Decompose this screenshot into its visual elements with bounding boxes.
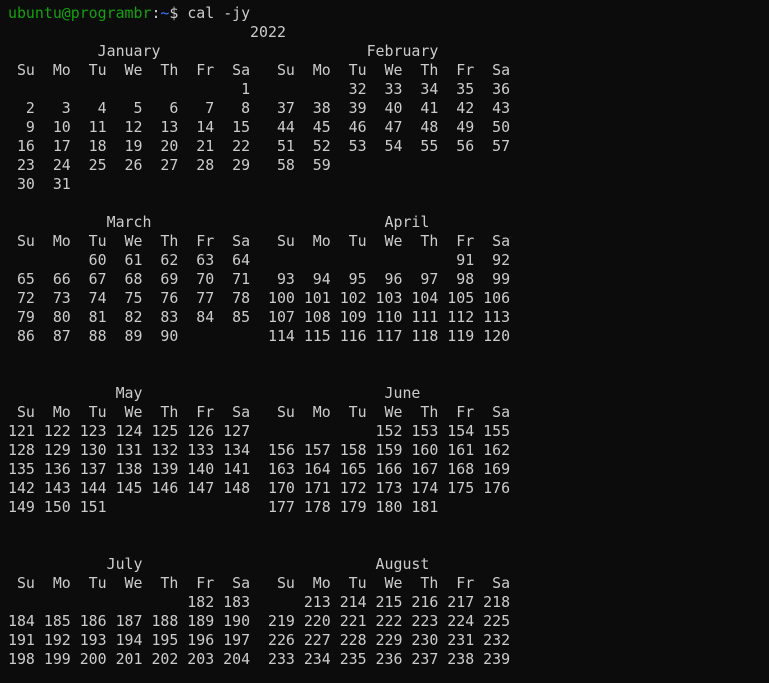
output-line: Su Mo Tu We Th Fr Sa Su Mo Tu We Th Fr S…	[8, 61, 511, 79]
output-line: 198 199 200 201 202 203 204 233 234 235 …	[8, 650, 511, 668]
output-line: Su Mo Tu We Th Fr Sa Su Mo Tu We Th Fr S…	[8, 232, 511, 250]
output-line: Su Mo Tu We Th Fr Sa Su Mo Tu We Th Fr S…	[8, 403, 511, 421]
output-line: 9 10 11 12 13 14 15 44 45 46 47 48 49 50	[8, 118, 511, 136]
output-line: 23 24 25 26 27 28 29 58 59	[8, 156, 331, 174]
output-line: May June	[8, 384, 421, 402]
output-line: 121 122 123 124 125 126 127 152 153 154 …	[8, 422, 511, 440]
output-line: 191 192 193 194 195 196 197 226 227 228 …	[8, 631, 511, 649]
output-line: 128 129 130 131 132 133 134 156 157 158 …	[8, 441, 511, 459]
output-line: 72 73 74 75 76 77 78 100 101 102 103 104…	[8, 289, 511, 307]
output-line: 182 183 213 214 215 216 217 218	[8, 593, 511, 611]
output-line: 16 17 18 19 20 21 22 51 52 53 54 55 56 5…	[8, 137, 511, 155]
output-line: 86 87 88 89 90 114 115 116 117 118 119 1…	[8, 327, 511, 345]
output-line: 60 61 62 63 64 91 92	[8, 251, 511, 269]
output-line: 30 31	[8, 175, 71, 193]
output-line: July August	[8, 555, 430, 573]
output-line: 2 3 4 5 6 7 8 37 38 39 40 41 42 43	[8, 99, 511, 117]
command-output: 2022 January February Su Mo Tu We Th Fr …	[8, 23, 763, 669]
output-line: January February	[8, 42, 439, 60]
output-line: 2022	[8, 23, 286, 41]
prompt-symbol: $	[169, 4, 188, 22]
output-line: Su Mo Tu We Th Fr Sa Su Mo Tu We Th Fr S…	[8, 574, 511, 592]
output-line: 184 185 186 187 188 189 190 219 220 221 …	[8, 612, 511, 630]
output-line: March April	[8, 213, 430, 231]
output-line: 1 32 33 34 35 36	[8, 80, 511, 98]
output-line: 149 150 151 177 178 179 180 181	[8, 498, 439, 516]
output-line: 79 80 81 82 83 84 85 107 108 109 110 111…	[8, 308, 511, 326]
output-line: 65 66 67 68 69 70 71 93 94 95 96 97 98 9…	[8, 270, 511, 288]
output-line: 135 136 137 138 139 140 141 163 164 165 …	[8, 460, 511, 478]
command-text: cal -jy	[187, 4, 251, 22]
terminal-window[interactable]: ubuntu@programbr:~$ cal -jy 2022 January…	[8, 4, 763, 679]
command-line: ubuntu@programbr:~$ cal -jy	[8, 4, 763, 23]
prompt-user-host: ubuntu@programbr	[8, 4, 152, 22]
output-line: 142 143 144 145 146 147 148 170 171 172 …	[8, 479, 511, 497]
